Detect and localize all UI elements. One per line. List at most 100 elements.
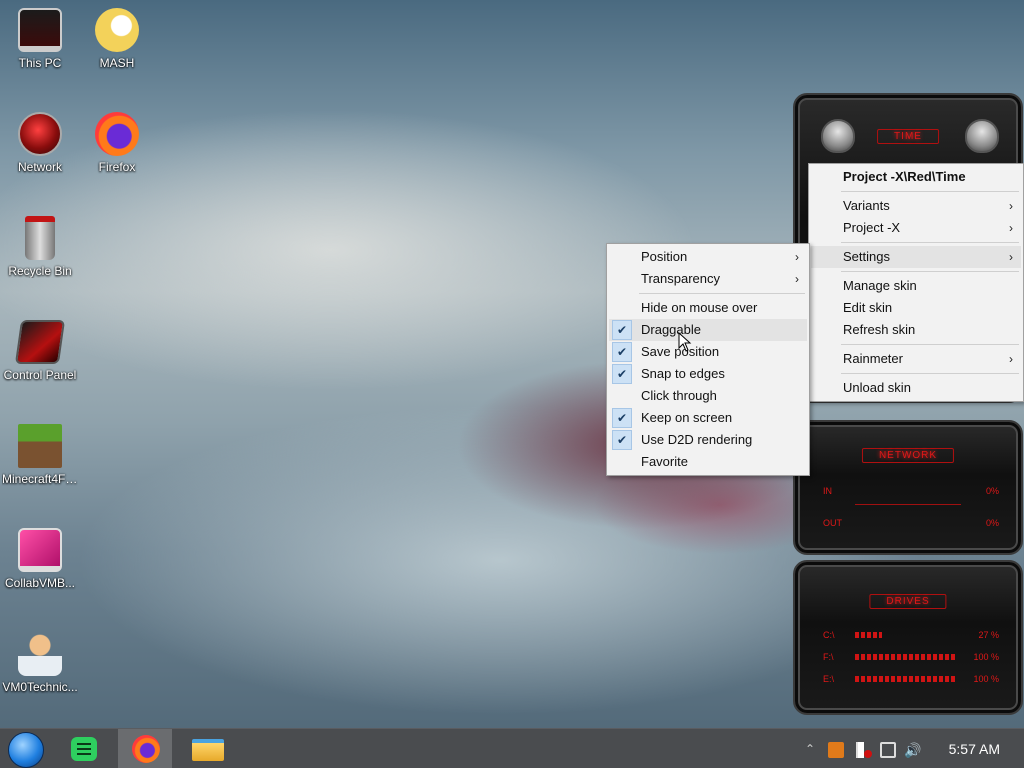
network-in-row: IN 0% [823,484,999,498]
chevron-right-icon: › [795,250,799,264]
action-center-flag-icon[interactable] [856,742,872,758]
chevron-right-icon: › [1009,352,1013,366]
menu-item-draggable[interactable]: ✔ Draggable [609,319,807,341]
menu-item-unload-skin[interactable]: Unload skin [811,377,1021,399]
alien-head-icon [965,119,999,153]
volume-speaker-icon[interactable]: 🔊 [904,742,921,758]
menu-item-label: Rainmeter [843,351,903,366]
menu-separator [639,293,805,294]
start-orb-icon [8,732,44,768]
network-skin[interactable]: NETWORK IN 0% OUT 0% [793,420,1023,555]
drive-usage-bar [855,676,955,682]
drive-usage-bar [855,632,882,638]
menu-item-variants[interactable]: Variants › [811,195,1021,217]
chevron-right-icon: › [1009,250,1013,264]
menu-item-project[interactable]: Project -X › [811,217,1021,239]
drive-row: E:\ 100 % [823,672,999,686]
taskbar-clock[interactable]: 5:57 AM [949,741,1000,757]
settings-submenu: Position › Transparency › Hide on mouse ov… [606,243,810,476]
menu-separator [841,373,1019,374]
desktop-icon-label: MASH [99,56,135,70]
notes-lines-icon [77,743,91,755]
desktop-icon-minecraft[interactable]: Minecraft4Fr... [2,424,78,486]
menu-item-settings[interactable]: Settings › [811,246,1021,268]
menu-separator [841,191,1019,192]
menu-item-skin-header[interactable]: Project -X\Red\Time [811,166,1021,188]
network-graph-line [855,504,961,505]
drives-skin[interactable]: DRIVES C:\ 27 % F:\ 100 % E:\ 100 % [793,560,1023,715]
drive-value: 27 % [978,630,999,640]
desktop-icon-label: Recycle Bin [8,264,72,278]
taskbar: ⌃ 🔊 5:57 AM [0,728,1024,768]
network-tray-icon[interactable] [880,742,896,758]
technician-person-icon [18,632,62,676]
drives-skin-title: DRIVES [869,594,947,609]
error-x-icon [864,750,872,758]
control-panel-icon [14,320,66,364]
menu-item-label: Snap to edges [641,366,725,381]
drive-label: E:\ [823,674,835,684]
menu-item-hide-on-mouse-over[interactable]: Hide on mouse over [609,297,807,319]
menu-item-label: Draggable [641,322,701,337]
desktop-icon-vm0-technician[interactable]: VM0Technic... [2,632,78,694]
cartoon-icon [95,8,139,52]
menu-item-keep-on-screen[interactable]: ✔ Keep on screen [609,407,807,429]
start-button[interactable] [0,729,54,768]
monitor-icon [18,8,62,52]
firefox-icon [132,735,160,763]
network-skin-title: NETWORK [861,448,955,463]
time-skin-title: TIME [877,129,939,144]
taskbar-app-firefox[interactable] [118,729,172,768]
menu-item-label: Project -X [843,220,901,235]
drive-row: F:\ 100 % [823,650,999,664]
desktop-icon-control-panel[interactable]: Control Panel [2,320,78,382]
chevron-right-icon: › [1009,221,1013,235]
menu-separator [841,242,1019,243]
menu-item-label: Position [641,249,688,264]
menu-item-label: Use D2D rendering [641,432,753,447]
menu-item-rainmeter[interactable]: Rainmeter › [811,348,1021,370]
menu-item-click-through[interactable]: Click through [609,385,807,407]
menu-item-edit-skin[interactable]: Edit skin [811,297,1021,319]
drive-usage-bar [855,654,955,660]
minecraft-grass-block-icon [18,424,62,468]
menu-item-save-position[interactable]: ✔ Save position [609,341,807,363]
show-hidden-icons-chevron-icon[interactable]: ⌃ [802,742,818,758]
menu-item-snap-to-edges[interactable]: ✔ Snap to edges [609,363,807,385]
menu-item-manage-skin[interactable]: Manage skin [811,275,1021,297]
taskbar-app-notes[interactable] [58,729,112,768]
desktop-icon-label: CollabVMB... [4,576,76,590]
desktop-icon-label: VM0Technic... [2,680,78,694]
taskbar-app-file-explorer[interactable] [180,729,234,768]
rainmeter-tray-icon[interactable] [828,742,844,758]
desktop-icon-label: Minecraft4Fr... [2,472,78,486]
mouse-cursor-icon [678,332,692,352]
network-out-label: OUT [823,518,842,528]
desktop-icon-recycle-bin[interactable]: Recycle Bin [2,216,78,278]
drive-value: 100 % [973,652,999,662]
drive-row: C:\ 27 % [823,628,999,642]
menu-item-position[interactable]: Position › [609,246,807,268]
checkmark-icon: ✔ [612,408,632,428]
desktop-icon-this-pc[interactable]: This PC [2,8,78,70]
menu-item-refresh-skin[interactable]: Refresh skin [811,319,1021,341]
checkmark-icon: ✔ [612,342,632,362]
menu-separator [841,344,1019,345]
checkmark-icon: ✔ [612,364,632,384]
menu-item-label: Variants [843,198,890,213]
menu-item-favorite[interactable]: Favorite [609,451,807,473]
desktop-icon-collabvm[interactable]: CollabVMB... [2,528,78,590]
monitor-icon [18,528,62,572]
desktop-icon-label: Network [17,160,62,174]
alien-head-icon [821,119,855,153]
drive-label: F:\ [823,652,834,662]
desktop-icon-label: Firefox [98,160,136,174]
drive-label: C:\ [823,630,835,640]
desktop-icon-firefox[interactable]: Firefox [79,112,155,174]
network-in-value: 0% [985,486,999,496]
menu-item-use-d2d-rendering[interactable]: ✔ Use D2D rendering [609,429,807,451]
desktop-icon-network[interactable]: Network [2,112,78,174]
menu-item-transparency[interactable]: Transparency › [609,268,807,290]
network-out-row: OUT 0% [823,516,999,530]
desktop-icon-mash[interactable]: MASH [79,8,155,70]
